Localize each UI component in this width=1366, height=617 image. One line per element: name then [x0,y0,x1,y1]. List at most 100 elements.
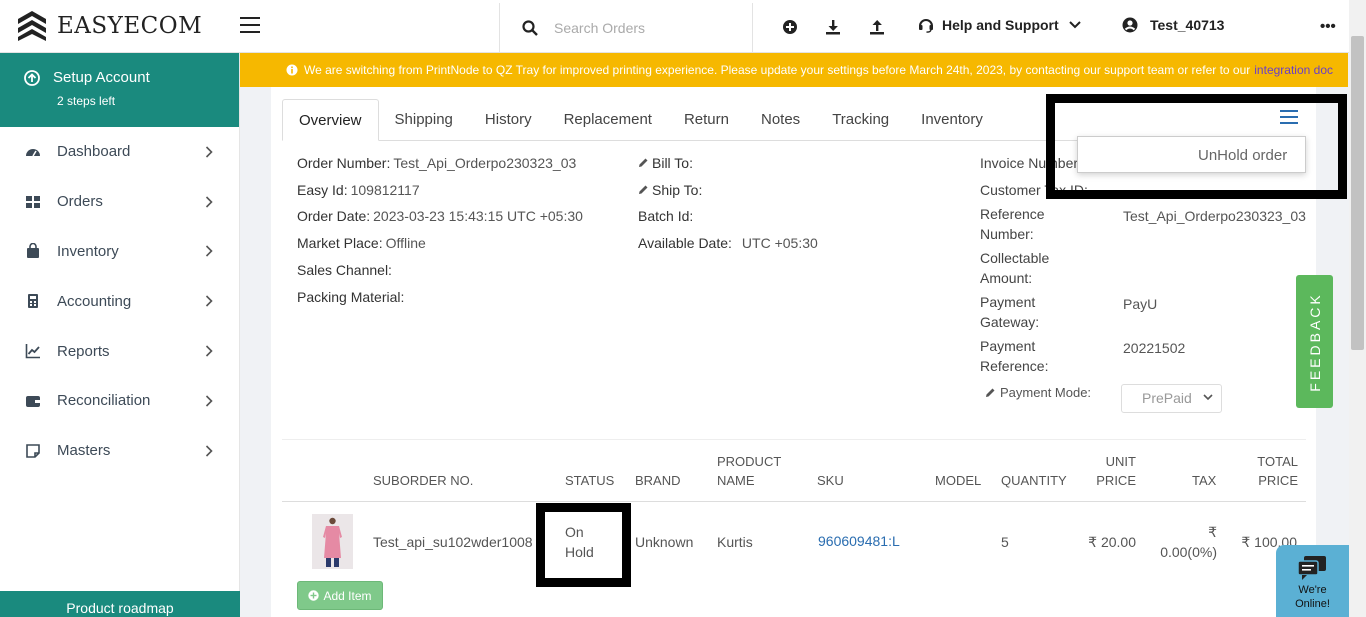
sales-channel-field: Sales Channel: [297,262,392,278]
tax-line: 0.00(0%) [1160,544,1217,560]
add-item-button[interactable]: Add Item [297,581,383,610]
col-total-line: TOTAL [1257,454,1298,469]
sidebar-item-orders[interactable]: Orders [0,177,239,227]
sidebar-item-reconciliation[interactable]: Reconciliation [0,376,239,426]
upload-icon[interactable] [869,19,885,35]
chevron-right-icon [205,295,213,307]
product-name-value: Kurtis [717,534,753,550]
col-unit-price: UNIT PRICE [1088,452,1136,490]
brand-value: Unknown [635,534,694,550]
bill-to-label: Bill To: [652,155,693,171]
payment-mode-label: Payment Mode: [1000,385,1092,400]
tab-tracking[interactable]: Tracking [816,99,905,140]
sidebar-item-dashboard[interactable]: Dashboard [0,127,239,177]
col-sku: SKU [817,473,844,488]
col-product-line: PRODUCT [717,454,782,469]
user-menu[interactable]: Test_40713 [1122,17,1224,33]
sidebar-item-accounting[interactable]: Accounting [0,276,239,326]
payref-label-line: Payment [980,338,1036,354]
sales-channel-label: Sales Channel: [297,262,392,278]
page-scrollbar[interactable] [1349,0,1366,617]
setup-steps-left: 2 steps left [57,94,116,108]
plus-circle-icon [308,590,320,601]
info-icon [286,64,298,76]
chat-widget[interactable]: We're Online! [1276,545,1349,617]
tab-inventory[interactable]: Inventory [905,99,999,140]
unit-price-value: ₹ 20.00 [1088,534,1136,550]
col-model: MODEL [935,473,982,488]
market-place-value: Offline [385,235,426,251]
more-options-icon[interactable]: ••• [1320,18,1336,35]
payment-mode-field[interactable]: Payment Mode: [985,385,1091,400]
chevron-right-icon [205,146,213,158]
order-number-label: Order Number: [297,155,391,171]
integration-doc-link[interactable]: integration doc [1254,63,1333,77]
highlight-box-action-menu [1046,94,1347,199]
sku-link[interactable]: 960609481:L [818,531,900,551]
sidebar-nav: Dashboard Orders Inventory Accounting Re… [0,127,239,476]
sidebar-item-label: Accounting [57,292,132,310]
download-icon[interactable] [825,19,841,35]
menu-toggle-icon[interactable] [240,17,260,33]
help-support-menu[interactable]: Help and Support [918,17,1081,33]
scrollbar-thumb[interactable] [1351,36,1364,350]
calculator-icon [28,294,38,309]
chevron-right-icon [205,395,213,407]
col-quantity: QUANTITY [1001,473,1067,488]
tab-overview[interactable]: Overview [282,99,379,141]
easy-id-value: 109812117 [350,182,420,198]
chevron-right-icon [205,245,213,258]
note-icon [26,443,40,458]
brand-logo[interactable]: EASYECOM [16,10,202,42]
add-item-label: Add Item [323,588,372,603]
sidebar-item-label: Reconciliation [57,392,151,410]
feedback-tab[interactable]: FEEDBACK [1296,275,1333,408]
col-tax: TAX [1192,473,1217,488]
chevron-down-icon [1203,394,1213,401]
sidebar-item-label: Masters [57,442,111,460]
tab-notes[interactable]: Notes [745,99,816,140]
collectable-label-line: Collectable [980,250,1050,266]
product-roadmap-button[interactable]: Product roadmap [0,591,240,617]
order-date-value: 2023-03-23 15:43:15 UTC +05:30 [373,208,583,224]
col-suborder: SUBORDER NO. [373,473,474,488]
product-thumbnail[interactable] [312,514,353,569]
batch-id-field: Batch Id: [638,208,693,224]
suborders-table-header: SUBORDER NO. STATUS BRAND PRODUCT NAME SK… [282,439,1306,502]
col-unit-line: PRICE [1096,473,1136,488]
col-product-line: NAME [717,473,755,488]
tax-value: ₹0.00(0%) [1151,522,1217,562]
setup-account-panel[interactable]: Setup Account 2 steps left [0,53,239,127]
sidebar: Setup Account 2 steps left Dashboard Ord… [0,53,240,617]
payment-mode-selected: PrePaid [1142,390,1192,406]
sidebar-item-reports[interactable]: Reports [0,326,239,376]
collectable-amount-label: Collectable Amount: [980,248,1049,288]
add-circle-icon[interactable] [782,19,798,35]
payment-reference-label: Payment Reference: [980,336,1048,376]
sidebar-item-masters[interactable]: Masters [0,426,239,476]
pencil-icon [639,158,648,167]
ship-to-field[interactable]: Ship To: [638,182,702,198]
bill-to-field[interactable]: Bill To: [638,155,693,171]
pencil-icon [639,185,648,194]
pencil-icon [986,388,995,397]
payment-mode-select[interactable]: PrePaid [1121,384,1222,413]
gateway-label-line: Gateway: [980,314,1040,330]
grid-icon [26,195,40,208]
tab-shipping[interactable]: Shipping [379,99,469,140]
collectable-label-line: Amount: [980,270,1033,286]
sidebar-item-label: Dashboard [57,143,131,161]
tab-return[interactable]: Return [668,99,745,140]
sidebar-item-label: Orders [57,193,103,211]
col-product-name: PRODUCT NAME [717,452,781,490]
tab-replacement[interactable]: Replacement [548,99,668,140]
user-avatar-icon [1122,17,1138,33]
col-total-line: PRICE [1258,473,1298,488]
gateway-label-line: Payment [980,294,1036,310]
tab-history[interactable]: History [469,99,548,140]
available-date-field: Available Date: UTC +05:30 [638,235,818,251]
search-input[interactable] [554,20,734,36]
logo-text: EASYECOM [57,13,203,39]
sidebar-item-inventory[interactable]: Inventory [0,227,239,277]
order-date-field: Order Date: 2023-03-23 15:43:15 UTC +05:3… [297,208,583,224]
